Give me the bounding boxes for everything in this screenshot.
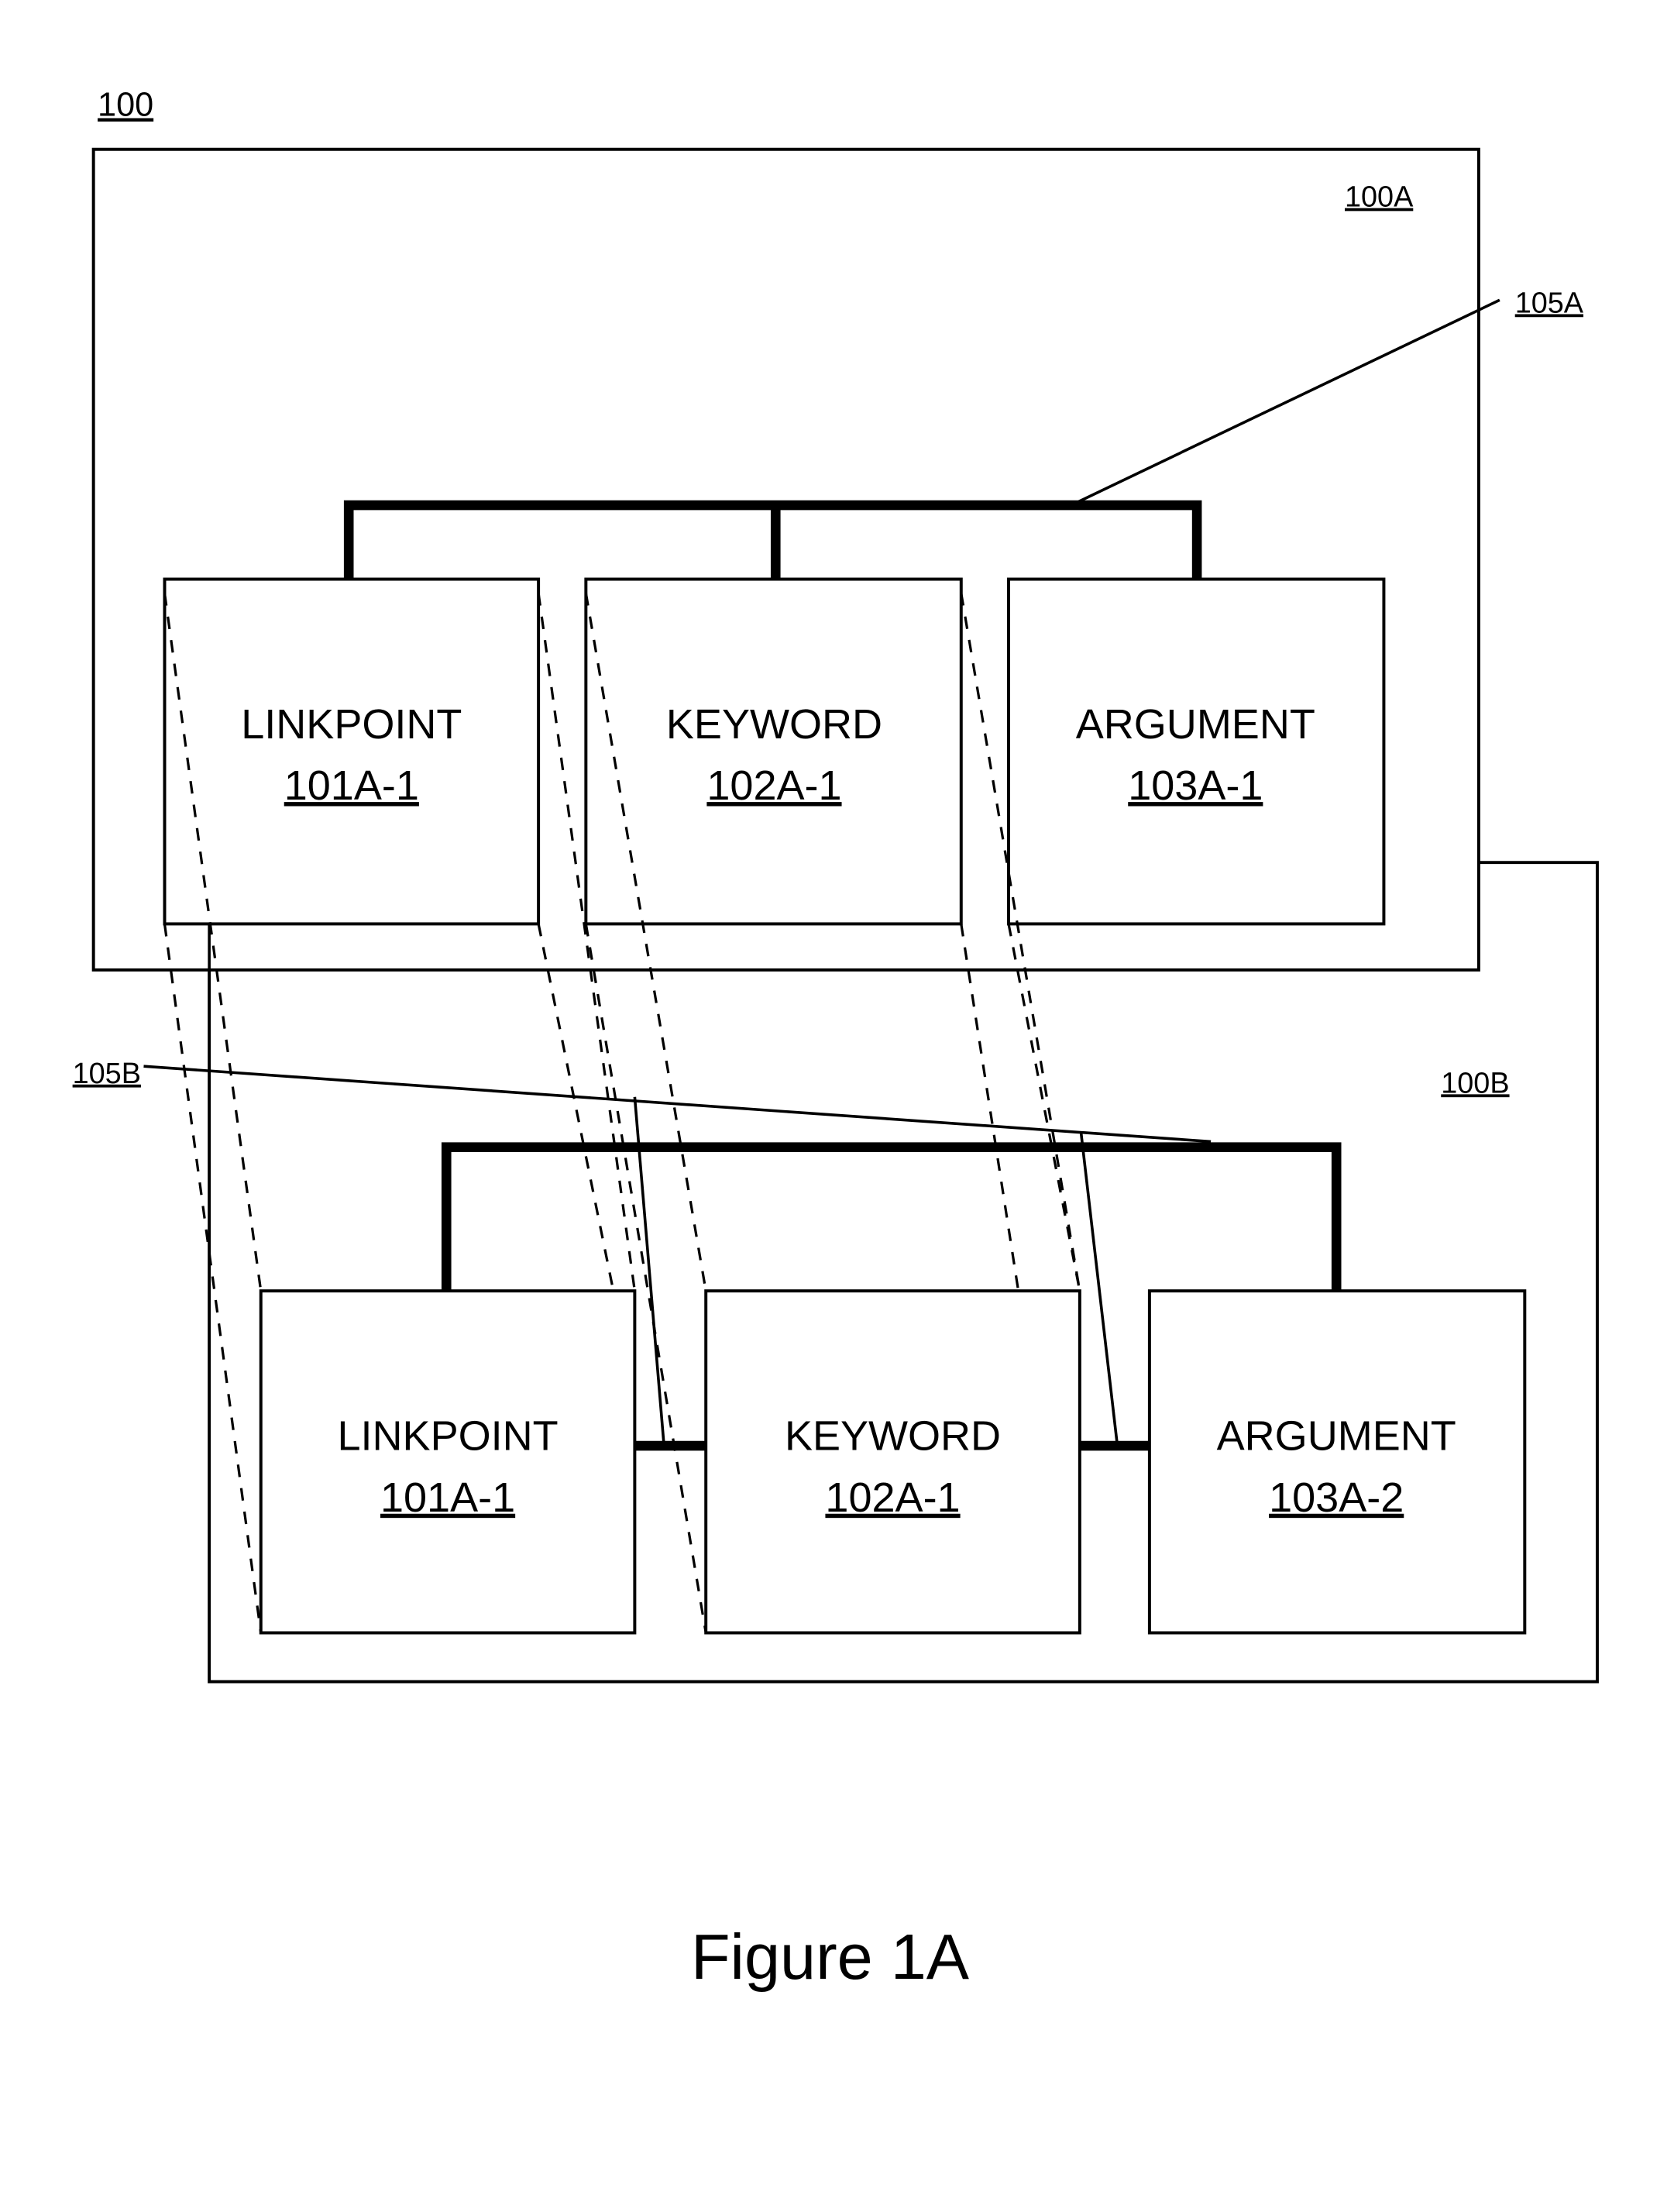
node-title: ARGUMENT: [1076, 701, 1315, 748]
node-ref: 101A-1: [380, 1474, 515, 1521]
top-node-argument[interactable]: ARGUMENT 103A-1: [1007, 577, 1386, 926]
node-title: ARGUMENT: [1217, 1413, 1456, 1460]
bottom-node-keyword[interactable]: KEYWORD 102A-1: [704, 1289, 1081, 1635]
top-node-linkpoint-box[interactable]: [163, 577, 541, 926]
figure-1a-diagram: 100 100B 100A 105A LINKPOINT 101A-1 KEYW…: [73, 87, 1599, 1993]
bus-105a-line: [343, 500, 1202, 584]
top-node-keyword[interactable]: KEYWORD 102A-1: [584, 577, 963, 926]
top-node-argument-box[interactable]: [1007, 577, 1386, 926]
bottom-node-linkpoint-box[interactable]: [259, 1289, 637, 1635]
node-ref: 103A-1: [1128, 762, 1263, 809]
figure-reference-label: 100: [98, 87, 153, 124]
dashed-line: [163, 924, 263, 1633]
bottom-node-keyword-box[interactable]: [704, 1289, 1081, 1635]
bottom-node-argument-box[interactable]: [1147, 1289, 1527, 1635]
node-title: KEYWORD: [785, 1413, 1001, 1460]
top-node-linkpoint[interactable]: LINKPOINT 101A-1: [163, 577, 541, 926]
node-ref: 103A-2: [1269, 1474, 1404, 1521]
node-ref: 102A-1: [706, 762, 841, 809]
container-100b-label: 100B: [1441, 1067, 1509, 1099]
argument-link-line: [1079, 1133, 1119, 1447]
bus-105a: [343, 500, 1202, 584]
dashed-line: [960, 924, 1020, 1292]
bus-105a-label: 105A: [1515, 287, 1584, 319]
figure-caption: Figure 1A: [691, 1921, 970, 1993]
bottom-node-linkpoint[interactable]: LINKPOINT 101A-1: [259, 1289, 637, 1635]
bus-105a-leader: [1076, 298, 1500, 504]
top-node-keyword-box[interactable]: [584, 577, 963, 926]
dashed-line: [1007, 924, 1081, 1292]
node-ref: 102A-1: [825, 1474, 960, 1521]
container-100a-label: 100A: [1345, 181, 1414, 214]
node-title: LINKPOINT: [241, 701, 462, 748]
node-title: KEYWORD: [666, 701, 882, 748]
node-ref: 101A-1: [284, 762, 419, 809]
bottom-node-argument[interactable]: ARGUMENT 103A-2: [1147, 1289, 1527, 1635]
node-title: LINKPOINT: [338, 1413, 559, 1460]
bus-105b-line: [441, 1142, 1342, 1296]
bus-105b-label: 105B: [73, 1058, 141, 1090]
bus-105b-leader: [143, 1065, 1212, 1144]
